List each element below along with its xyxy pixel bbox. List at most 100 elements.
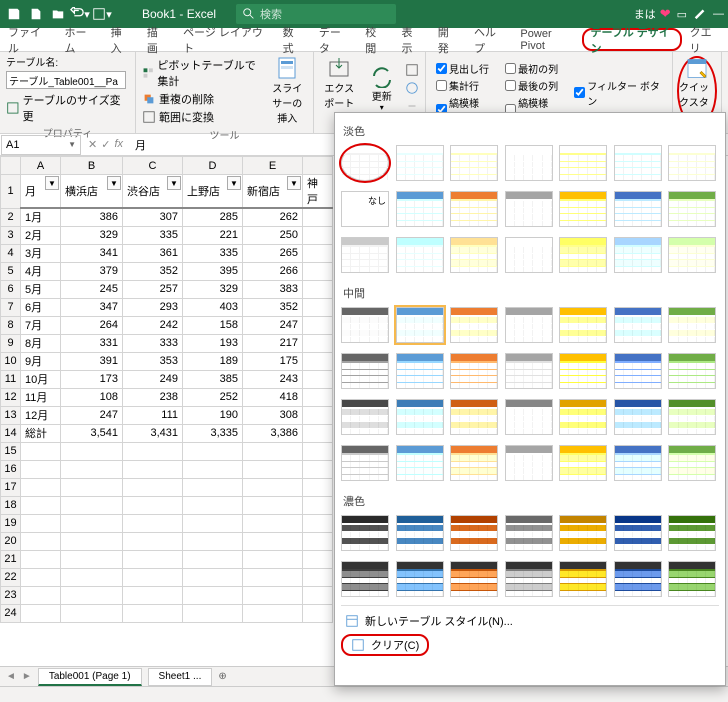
- cell[interactable]: 353: [123, 352, 183, 370]
- cell[interactable]: 347: [61, 298, 123, 316]
- cell[interactable]: 361: [123, 244, 183, 262]
- cell[interactable]: 3,431: [123, 424, 183, 442]
- table-style-thumb[interactable]: [341, 145, 389, 181]
- row-header[interactable]: 1: [1, 175, 21, 209]
- cell[interactable]: [303, 208, 333, 226]
- table-style-thumb[interactable]: [450, 561, 498, 597]
- refresh-button[interactable]: 更新 ▾: [363, 62, 402, 114]
- cell[interactable]: [61, 460, 123, 478]
- cell[interactable]: [21, 550, 61, 568]
- table-style-thumb[interactable]: [505, 515, 553, 551]
- convert-range-button[interactable]: 範囲に変換: [142, 108, 264, 126]
- table-style-thumb[interactable]: [505, 145, 553, 181]
- table-style-thumb[interactable]: [505, 353, 553, 389]
- cell[interactable]: [183, 532, 243, 550]
- table-style-thumb[interactable]: [559, 515, 607, 551]
- cell[interactable]: [243, 442, 303, 460]
- table-style-thumb[interactable]: [450, 353, 498, 389]
- cell[interactable]: 8月: [21, 334, 61, 352]
- clear-style-button[interactable]: クリア(C): [341, 634, 429, 656]
- browser-icon[interactable]: [405, 81, 419, 95]
- table-style-thumb[interactable]: [559, 307, 607, 343]
- cell[interactable]: 265: [243, 244, 303, 262]
- table-style-thumb[interactable]: [450, 399, 498, 435]
- properties-icon[interactable]: [405, 63, 419, 77]
- cell[interactable]: 1月: [21, 208, 61, 226]
- cell[interactable]: 391: [61, 352, 123, 370]
- table-style-thumb[interactable]: [559, 399, 607, 435]
- cell[interactable]: 173: [61, 370, 123, 388]
- cell[interactable]: 3月: [21, 244, 61, 262]
- table-style-thumb[interactable]: [614, 353, 662, 389]
- cell[interactable]: 158: [183, 316, 243, 334]
- save2-icon[interactable]: ▾: [92, 4, 112, 24]
- row-header[interactable]: 17: [1, 478, 21, 496]
- cell[interactable]: [123, 586, 183, 604]
- cell[interactable]: [303, 496, 333, 514]
- cell[interactable]: [183, 586, 243, 604]
- cell[interactable]: 217: [243, 334, 303, 352]
- cell[interactable]: [303, 262, 333, 280]
- table-name-input[interactable]: [6, 71, 126, 89]
- row-header[interactable]: 21: [1, 550, 21, 568]
- cell[interactable]: [303, 532, 333, 550]
- table-style-thumb[interactable]: [396, 561, 444, 597]
- table-style-thumb[interactable]: [559, 191, 607, 227]
- cell[interactable]: [61, 586, 123, 604]
- cell[interactable]: 341: [61, 244, 123, 262]
- cell[interactable]: 2月: [21, 226, 61, 244]
- cell[interactable]: [303, 460, 333, 478]
- table-style-thumb[interactable]: [559, 561, 607, 597]
- row-header[interactable]: 11: [1, 370, 21, 388]
- table-style-thumb[interactable]: [559, 145, 607, 181]
- insert-slicer-button[interactable]: スライサーの挿入: [268, 54, 307, 127]
- table-style-thumb[interactable]: [396, 145, 444, 181]
- table-style-thumb[interactable]: [396, 515, 444, 551]
- cell[interactable]: 252: [183, 388, 243, 406]
- table-style-thumb[interactable]: [668, 353, 716, 389]
- table-style-thumb[interactable]: [614, 237, 662, 273]
- table-style-thumb[interactable]: [396, 353, 444, 389]
- table-style-thumb[interactable]: [505, 399, 553, 435]
- table-style-thumb[interactable]: [450, 445, 498, 481]
- table-style-none[interactable]: なし: [341, 191, 389, 227]
- cell[interactable]: [303, 244, 333, 262]
- cell[interactable]: 285: [183, 208, 243, 226]
- table-style-thumb[interactable]: [341, 445, 389, 481]
- cell[interactable]: 242: [123, 316, 183, 334]
- tab-クエリ[interactable]: クエリ: [682, 28, 728, 51]
- table-style-thumb[interactable]: [668, 145, 716, 181]
- col-header[interactable]: D: [183, 157, 243, 175]
- cell[interactable]: 333: [123, 334, 183, 352]
- cell[interactable]: 307: [123, 208, 183, 226]
- table-style-thumb[interactable]: [668, 307, 716, 343]
- cell[interactable]: [183, 460, 243, 478]
- table-style-thumb[interactable]: [396, 191, 444, 227]
- table-style-thumb[interactable]: [396, 307, 444, 343]
- row-header[interactable]: 7: [1, 298, 21, 316]
- cell[interactable]: [303, 352, 333, 370]
- cell[interactable]: 11月: [21, 388, 61, 406]
- table-style-thumb[interactable]: [614, 445, 662, 481]
- row-header[interactable]: 18: [1, 496, 21, 514]
- cell[interactable]: [243, 604, 303, 622]
- table-style-thumb[interactable]: [559, 353, 607, 389]
- table-header-cell[interactable]: 横浜店▼: [61, 175, 123, 209]
- cell[interactable]: [303, 334, 333, 352]
- cell[interactable]: [61, 496, 123, 514]
- cell[interactable]: [123, 604, 183, 622]
- new-table-style-button[interactable]: 新しいテーブル スタイル(N)...: [341, 610, 719, 632]
- row-header[interactable]: 12: [1, 388, 21, 406]
- cell[interactable]: 293: [123, 298, 183, 316]
- tab-校閲[interactable]: 校閲: [357, 28, 393, 51]
- cell[interactable]: [303, 370, 333, 388]
- cell[interactable]: 249: [123, 370, 183, 388]
- cell[interactable]: [183, 568, 243, 586]
- cell[interactable]: 383: [243, 280, 303, 298]
- table-style-thumb[interactable]: [396, 399, 444, 435]
- name-box[interactable]: A1 ▼: [1, 135, 81, 155]
- cell[interactable]: [303, 424, 333, 442]
- tab-ヘルプ[interactable]: ヘルプ: [466, 28, 512, 51]
- cell[interactable]: [123, 514, 183, 532]
- table-style-thumb[interactable]: [668, 399, 716, 435]
